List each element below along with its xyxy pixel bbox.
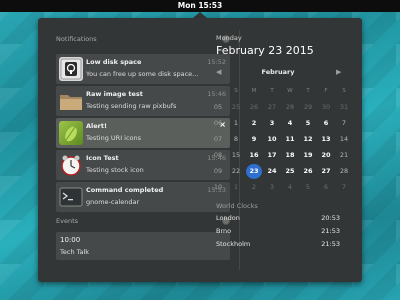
calendar-day[interactable]: 25 — [228, 100, 244, 115]
notification-body: Testing sending raw pixbufs — [86, 102, 177, 110]
calendar-day[interactable]: 5 — [300, 180, 316, 195]
date-full[interactable]: February 23 2015 — [216, 44, 314, 57]
next-month-icon[interactable]: ▶ — [336, 68, 341, 76]
notifications-header: Notifications — [56, 35, 97, 43]
event-item[interactable]: 10:00 Tech Talk — [56, 232, 230, 260]
world-clock-city: Stockholm — [216, 240, 251, 248]
event-name: Tech Talk — [60, 248, 90, 256]
calendar-day[interactable]: 18 — [282, 148, 298, 163]
calendar-day[interactable]: 4 — [282, 116, 298, 131]
calendar-weekday-header: T — [306, 88, 310, 94]
calendar-day[interactable]: 9 — [246, 132, 262, 147]
world-clock-city: Brno — [216, 227, 232, 235]
events-header: Events — [56, 217, 79, 225]
calendar-column: Monday February 23 2015 ◀ February ▶ SMT… — [214, 18, 362, 282]
calendar-day[interactable]: 1 — [228, 116, 244, 131]
calendar-week-number: 09 — [213, 167, 223, 175]
folder-icon — [59, 89, 83, 113]
calendar-day[interactable]: 7 — [336, 180, 352, 195]
calendar-week-number: 10 — [213, 183, 223, 191]
calendar-day[interactable]: 22 — [228, 164, 244, 179]
calendar-day[interactable]: 28 — [336, 164, 352, 179]
calendar-day[interactable]: 19 — [300, 148, 316, 163]
calendar-day[interactable]: 15 — [228, 148, 244, 163]
calendar-day[interactable]: 1 — [228, 180, 244, 195]
calendar-day[interactable]: 27 — [264, 100, 280, 115]
calendar-day[interactable]: 12 — [300, 132, 316, 147]
calendar-day-today[interactable]: 23 — [246, 164, 262, 179]
calendar-day[interactable]: 21 — [336, 148, 352, 163]
notification-body: Testing URI icons — [86, 134, 142, 142]
world-clock-city: London — [216, 214, 240, 222]
calendar-day[interactable]: 7 — [336, 116, 352, 131]
notification-alert[interactable]: Alert! Testing URI icons × — [56, 118, 230, 148]
calendar-day[interactable]: 26 — [300, 164, 316, 179]
calendar-day[interactable]: 3 — [264, 180, 280, 195]
notification-title: Raw image test — [86, 90, 143, 98]
calendar-week-number: 06 — [213, 119, 223, 127]
disk-icon — [59, 57, 83, 81]
calendar-day[interactable]: 16 — [246, 148, 262, 163]
calendar-weekday-header: W — [287, 88, 293, 94]
calendar-week-number: 08 — [213, 151, 223, 159]
world-clock-row: Brno 21:53 — [216, 227, 340, 235]
notification-title: Low disk space — [86, 58, 142, 66]
notification-raw-image-test[interactable]: Raw image test Testing sending raw pixbu… — [56, 86, 230, 116]
calendar-day[interactable]: 10 — [264, 132, 280, 147]
world-clock-time: 21:53 — [321, 227, 340, 235]
calendar-day[interactable]: 6 — [318, 116, 334, 131]
notification-icon-test[interactable]: Icon Test Testing stock icon 15:46 — [56, 150, 230, 180]
calendar-week-number: 05 — [213, 103, 223, 111]
calendar-day[interactable]: 25 — [282, 164, 298, 179]
world-clock-time: 20:53 — [321, 214, 340, 222]
notification-body: Testing stock icon — [86, 166, 144, 174]
calendar-day[interactable]: 31 — [336, 100, 352, 115]
top-bar-clock[interactable]: Mon 15:53 — [178, 1, 222, 10]
calendar-day[interactable]: 11 — [282, 132, 298, 147]
world-clocks-header[interactable]: World Clocks — [216, 202, 258, 210]
notifications-column: Notifications Low disk space You can fre… — [52, 18, 232, 282]
calendar-day[interactable]: 2 — [246, 116, 262, 131]
terminal-icon — [59, 185, 83, 209]
calendar-day[interactable]: 14 — [336, 132, 352, 147]
notification-title: Icon Test — [86, 154, 119, 162]
notification-title: Alert! — [86, 122, 107, 130]
calendar-day[interactable]: 20 — [318, 148, 334, 163]
calendar-weekday-header: F — [324, 88, 328, 94]
notification-command-completed[interactable]: Command completed gnome-calendar 15:53 — [56, 182, 230, 212]
calendar-weekday-header: S — [342, 88, 346, 94]
leaf-image-icon — [59, 121, 83, 145]
calendar-day[interactable]: 17 — [264, 148, 280, 163]
calendar-day[interactable]: 26 — [246, 100, 262, 115]
calendar-day[interactable]: 8 — [228, 132, 244, 147]
calendar-month: February — [261, 68, 295, 76]
clock-icon — [59, 153, 83, 177]
calendar-day[interactable]: 6 — [318, 180, 334, 195]
calendar-day[interactable]: 13 — [318, 132, 334, 147]
world-clock-time: 21:53 — [321, 240, 340, 248]
calendar-day[interactable]: 24 — [264, 164, 280, 179]
top-bar: Mon 15:53 — [0, 0, 400, 12]
calendar-day[interactable]: 5 — [300, 116, 316, 131]
calendar-day[interactable]: 30 — [318, 100, 334, 115]
world-clock-row: Stockholm 21:53 — [216, 240, 340, 248]
calendar-day[interactable]: 3 — [264, 116, 280, 131]
event-time: 10:00 — [60, 236, 81, 244]
date-weekday: Monday — [216, 34, 242, 42]
calendar-day[interactable]: 27 — [318, 164, 334, 179]
notification-body: You can free up some disk space... — [86, 70, 199, 78]
calendar-weekday-header: S — [234, 88, 238, 94]
world-clock-row: London 20:53 — [216, 214, 340, 222]
calendar-day[interactable]: 4 — [282, 180, 298, 195]
calendar-day[interactable]: 2 — [246, 180, 262, 195]
calendar-day[interactable]: 28 — [282, 100, 298, 115]
calendar-weekday-header: T — [270, 88, 274, 94]
message-tray-popover: Notifications Low disk space You can fre… — [38, 18, 362, 282]
notification-low-disk-space[interactable]: Low disk space You can free up some disk… — [56, 54, 230, 84]
notification-title: Command completed — [86, 186, 164, 194]
notification-body: gnome-calendar — [86, 198, 140, 206]
calendar-week-number: 07 — [213, 135, 223, 143]
calendar-day[interactable]: 29 — [300, 100, 316, 115]
calendar-weekday-header: M — [251, 88, 257, 94]
